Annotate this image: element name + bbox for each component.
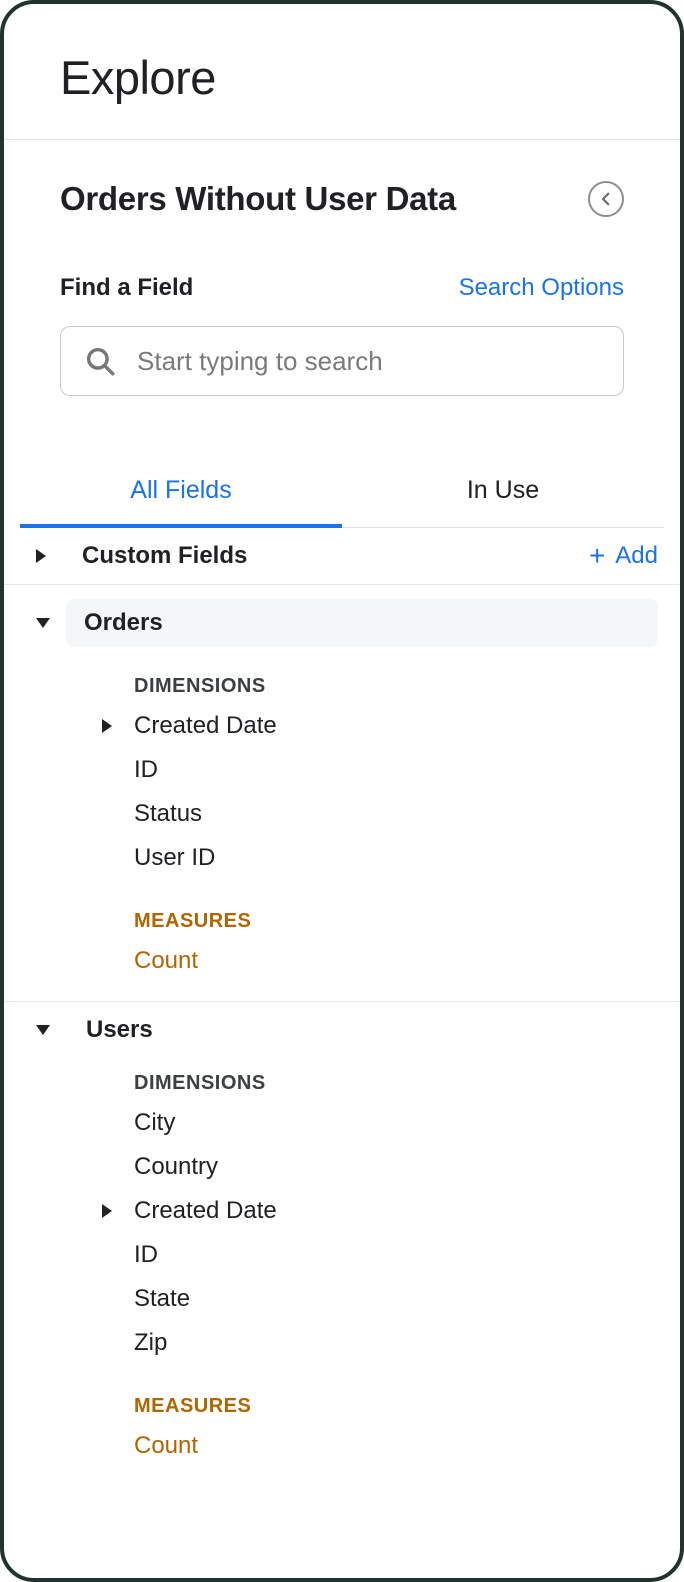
search-options-link[interactable]: Search Options — [459, 274, 624, 302]
add-custom-field-button[interactable]: + Add — [589, 542, 658, 570]
tab-in-use[interactable]: In Use — [342, 454, 664, 527]
custom-fields-header[interactable]: Custom Fields + Add — [4, 528, 680, 584]
search-box[interactable] — [60, 326, 624, 396]
field-label: Created Date — [134, 1197, 277, 1225]
field-label: ID — [134, 756, 158, 784]
caret-down-icon — [36, 618, 50, 628]
find-field-label: Find a Field — [60, 274, 193, 302]
field-label: City — [134, 1109, 175, 1137]
field-state[interactable]: State — [4, 1277, 680, 1321]
field-label: Count — [134, 1432, 198, 1460]
field-label: Country — [134, 1153, 218, 1181]
page-title: Explore — [60, 50, 624, 105]
field-label: Count — [134, 947, 198, 975]
view-header-orders[interactable]: Orders — [4, 585, 680, 661]
dimensions-label: DIMENSIONS — [4, 1058, 680, 1101]
field-label: State — [134, 1285, 190, 1313]
search-input[interactable] — [135, 345, 601, 378]
view-name-orders: Orders — [66, 599, 658, 647]
field-label: Zip — [134, 1329, 167, 1357]
measures-label: MEASURES — [4, 1381, 680, 1424]
search-icon — [83, 344, 117, 378]
collapse-panel-button[interactable] — [588, 181, 624, 217]
field-id[interactable]: ID — [4, 748, 680, 792]
field-user-id[interactable]: User ID — [4, 836, 680, 880]
caret-down-icon — [36, 1025, 50, 1035]
chevron-left-icon — [597, 190, 615, 208]
field-created-date[interactable]: Created Date — [4, 704, 680, 748]
measures-label: MEASURES — [4, 896, 680, 939]
dimensions-label: DIMENSIONS — [4, 661, 680, 704]
field-city[interactable]: City — [4, 1101, 680, 1145]
plus-icon: + — [589, 542, 605, 570]
panel-title: Orders Without User Data — [60, 180, 456, 218]
field-label: User ID — [134, 844, 215, 872]
view-header-users[interactable]: Users — [4, 1002, 680, 1058]
field-count[interactable]: Count — [4, 939, 680, 983]
field-zip[interactable]: Zip — [4, 1321, 680, 1365]
tab-all-fields[interactable]: All Fields — [20, 454, 342, 527]
field-label: Created Date — [134, 712, 277, 740]
custom-fields-label: Custom Fields — [62, 542, 573, 570]
field-created-date[interactable]: Created Date — [4, 1189, 680, 1233]
field-label: Status — [134, 800, 202, 828]
caret-right-icon — [36, 549, 46, 563]
field-country[interactable]: Country — [4, 1145, 680, 1189]
field-count[interactable]: Count — [4, 1424, 680, 1468]
caret-right-icon — [102, 719, 112, 733]
field-status[interactable]: Status — [4, 792, 680, 836]
add-label: Add — [615, 542, 658, 570]
field-label: ID — [134, 1241, 158, 1269]
caret-right-icon — [102, 1204, 112, 1218]
view-name-users: Users — [66, 1016, 658, 1044]
field-id[interactable]: ID — [4, 1233, 680, 1277]
